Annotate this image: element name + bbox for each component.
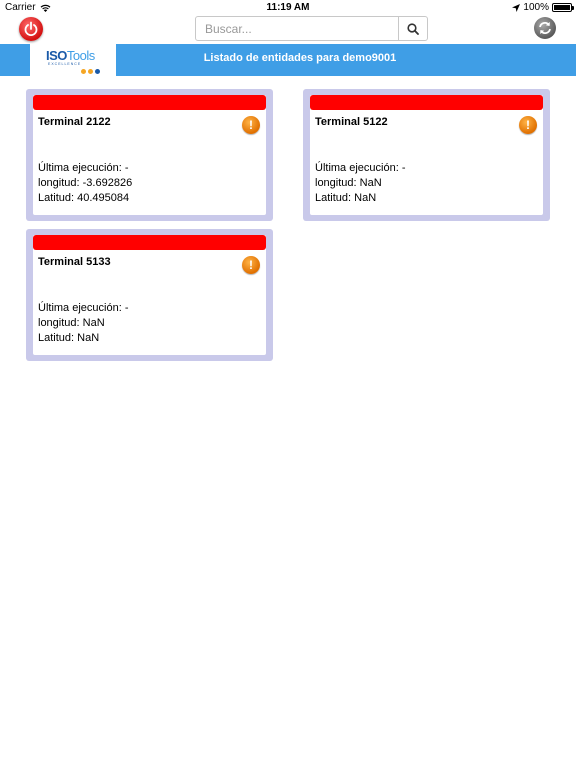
logo-dots bbox=[81, 69, 100, 74]
entity-card-body: Terminal 2122 ! Última ejecución: - long… bbox=[33, 95, 266, 215]
entity-card[interactable]: Terminal 2122 ! Última ejecución: - long… bbox=[26, 89, 273, 221]
status-bar: Carrier 11:19 AM 100% bbox=[0, 0, 576, 16]
status-bar-indicator bbox=[33, 95, 266, 110]
page-title: Listado de entidades para demo9001 bbox=[203, 52, 397, 64]
warning-icon[interactable]: ! bbox=[242, 256, 260, 274]
status-bar-indicator bbox=[33, 235, 266, 250]
isotools-logo: ISOTools EXCELLENCE bbox=[30, 44, 116, 78]
entity-name: Terminal 5122 bbox=[315, 116, 388, 128]
entity-name: Terminal 2122 bbox=[38, 116, 111, 128]
logo-dot bbox=[81, 69, 86, 74]
search-button[interactable] bbox=[398, 17, 427, 40]
header-banner: ISOTools EXCELLENCE Listado de entidades… bbox=[0, 44, 576, 78]
battery-icon bbox=[552, 3, 574, 12]
status-time: 11:19 AM bbox=[266, 2, 310, 13]
search-icon bbox=[407, 22, 419, 35]
warning-icon[interactable]: ! bbox=[519, 116, 537, 134]
logo-dot bbox=[95, 69, 100, 74]
logo-iso-text: ISO bbox=[46, 48, 67, 63]
entity-card-body: Terminal 5133 ! Última ejecución: - long… bbox=[33, 235, 266, 355]
latitude: Latitud: NaN bbox=[315, 192, 377, 204]
entity-details: Última ejecución: - longitud: NaN Latitu… bbox=[315, 161, 405, 206]
entity-card[interactable]: Terminal 5122 ! Última ejecución: - long… bbox=[303, 89, 550, 221]
last-execution: Última ejecución: - bbox=[315, 162, 406, 174]
entity-name: Terminal 5133 bbox=[38, 256, 111, 268]
logo-subtitle: EXCELLENCE bbox=[48, 62, 82, 66]
location-arrow-icon bbox=[512, 3, 521, 12]
entity-details: Última ejecución: - longitud: -3.692826 … bbox=[38, 161, 132, 206]
latitude: Latitud: 40.495084 bbox=[38, 192, 130, 204]
entity-details: Última ejecución: - longitud: NaN Latitu… bbox=[38, 301, 128, 346]
search-box bbox=[195, 16, 428, 41]
entity-card[interactable]: Terminal 5133 ! Última ejecución: - long… bbox=[26, 229, 273, 361]
status-bar-right: 100% bbox=[512, 2, 574, 13]
refresh-icon bbox=[539, 22, 551, 34]
power-icon bbox=[24, 21, 38, 36]
longitude: longitud: -3.692826 bbox=[38, 177, 133, 189]
status-bar-indicator bbox=[310, 95, 543, 110]
last-execution: Última ejecución: - bbox=[38, 162, 129, 174]
longitude: longitud: NaN bbox=[315, 177, 382, 189]
latitude: Latitud: NaN bbox=[38, 332, 100, 344]
last-execution: Última ejecución: - bbox=[38, 302, 129, 314]
logo-tools-text: Tools bbox=[66, 48, 95, 63]
search-input[interactable] bbox=[196, 17, 398, 40]
refresh-button[interactable] bbox=[534, 17, 556, 39]
battery-percent: 100% bbox=[523, 2, 549, 13]
entity-card-body: Terminal 5122 ! Última ejecución: - long… bbox=[310, 95, 543, 215]
warning-icon[interactable]: ! bbox=[242, 116, 260, 134]
power-button[interactable] bbox=[19, 17, 43, 41]
longitude: longitud: NaN bbox=[38, 317, 105, 329]
logo-dot bbox=[88, 69, 93, 74]
